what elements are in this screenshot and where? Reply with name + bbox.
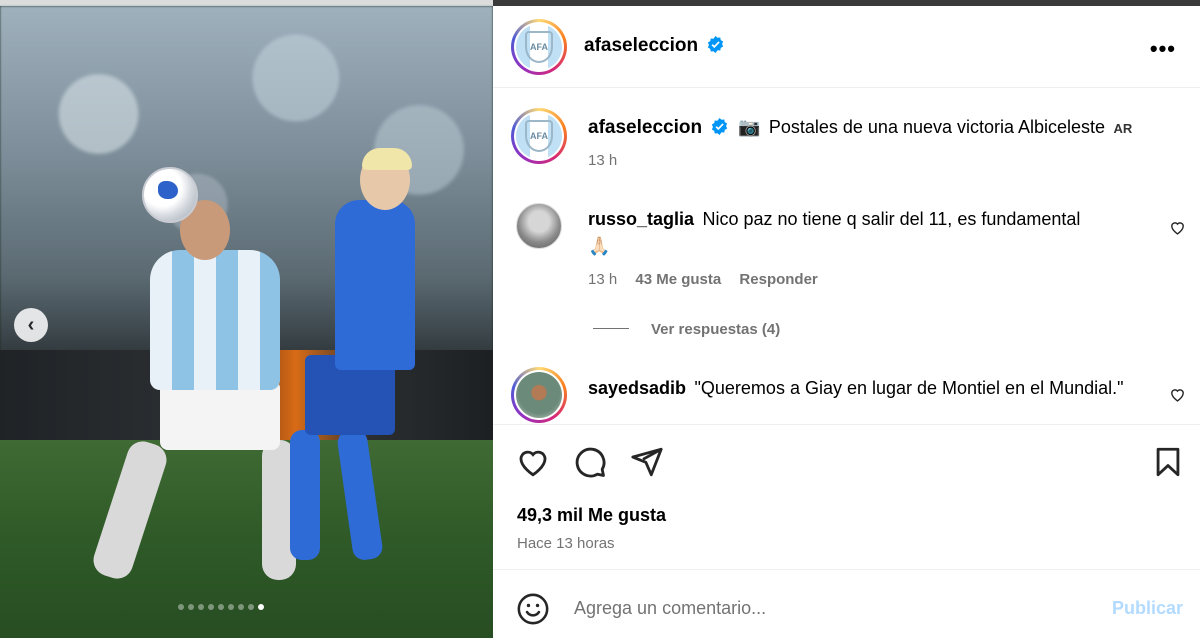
- carousel-dots: [178, 604, 264, 610]
- carousel-dot: [218, 604, 224, 610]
- reply-button[interactable]: Responder: [739, 271, 817, 288]
- comment-time[interactable]: 13 h: [588, 271, 617, 288]
- likes-count[interactable]: 49,3 mil Me gusta: [517, 505, 666, 526]
- comment-text: Nico paz no tiene q salir del 11, es fun…: [702, 209, 1081, 229]
- commenter-avatar[interactable]: [516, 203, 562, 249]
- comment-username[interactable]: russo_taglia: [588, 209, 694, 229]
- player-opponent-shirt: [335, 200, 415, 370]
- like-heart-icon[interactable]: [516, 445, 550, 479]
- save-bookmark-icon[interactable]: [1151, 445, 1185, 479]
- carousel-dot: [228, 604, 234, 610]
- carousel-prev-button[interactable]: ‹: [14, 308, 48, 342]
- comment-likes[interactable]: 43 Me gusta: [635, 271, 721, 288]
- carousel-dot: [238, 604, 244, 610]
- author-username[interactable]: afaseleccion: [584, 35, 698, 56]
- player-opponent-hair: [362, 148, 412, 170]
- post-header: AFA afaseleccion •••: [493, 6, 1200, 88]
- post-media[interactable]: ‹: [0, 0, 493, 638]
- post-details-panel: AFA afaseleccion ••• AFA afaseleccion 📷 …: [493, 0, 1200, 638]
- carousel-dot: [178, 604, 184, 610]
- replies-divider: [593, 328, 629, 329]
- verified-badge-icon: [707, 36, 723, 53]
- carousel-dot: [248, 604, 254, 610]
- player-argentina-shirt: [150, 250, 280, 390]
- comment-like-heart-icon[interactable]: [1169, 386, 1186, 403]
- comment: sayedsadib "Queremos a Giay en lugar de …: [588, 376, 1148, 402]
- view-replies-button[interactable]: Ver respuestas (4): [651, 321, 780, 338]
- caption-time[interactable]: 13 h: [588, 152, 617, 169]
- comment-text: "Queremos a Giay en lugar de Montiel en …: [694, 378, 1124, 398]
- carousel-dot: [198, 604, 204, 610]
- flag-ar-icon: AR: [1113, 121, 1133, 136]
- post-timestamp[interactable]: Hace 13 horas: [517, 535, 615, 552]
- comment-like-heart-icon[interactable]: [1169, 219, 1186, 236]
- pray-emoji: 🙏🏻: [588, 236, 611, 256]
- more-options-button[interactable]: •••: [1150, 36, 1176, 62]
- caption-avatar[interactable]: AFA: [511, 108, 567, 164]
- comment-composer: Agrega un comentario... Publicar: [493, 571, 1200, 638]
- camera-emoji: 📷: [737, 117, 761, 137]
- commenter-avatar[interactable]: [511, 367, 567, 423]
- post-actions: 49,3 mil Me gusta Hace 13 horas: [493, 424, 1200, 570]
- comment-input[interactable]: Agrega un comentario...: [574, 598, 766, 619]
- author-name-block: afaseleccion: [584, 35, 724, 57]
- author-avatar[interactable]: AFA: [511, 19, 567, 75]
- carousel-dot: [208, 604, 214, 610]
- publish-button[interactable]: Publicar: [1112, 598, 1183, 619]
- caption: afaseleccion 📷 Postales de una nueva vic…: [588, 116, 1188, 139]
- comment-bubble-icon[interactable]: [573, 445, 607, 479]
- afa-crest-icon: AFA: [525, 30, 553, 64]
- smiley-icon[interactable]: [516, 592, 550, 626]
- chevron-left-icon: ‹: [27, 313, 35, 336]
- comment: russo_taglia Nico paz no tiene q salir d…: [588, 207, 1148, 257]
- carousel-dot: [188, 604, 194, 610]
- player-argentina-shorts: [160, 380, 280, 450]
- football: [142, 167, 198, 223]
- comment-meta: 13 h 43 Me gusta Responder: [588, 271, 1200, 288]
- verified-badge-icon: [711, 118, 727, 135]
- caption-username[interactable]: afaseleccion: [588, 117, 702, 138]
- carousel-dot: [258, 604, 264, 610]
- comment-username[interactable]: sayedsadib: [588, 378, 686, 398]
- caption-text: Postales de una nueva victoria Albiceles…: [768, 117, 1106, 137]
- share-paper-plane-icon[interactable]: [630, 445, 664, 479]
- afa-crest-icon: AFA: [525, 119, 553, 153]
- player-opponent-leg: [290, 430, 320, 560]
